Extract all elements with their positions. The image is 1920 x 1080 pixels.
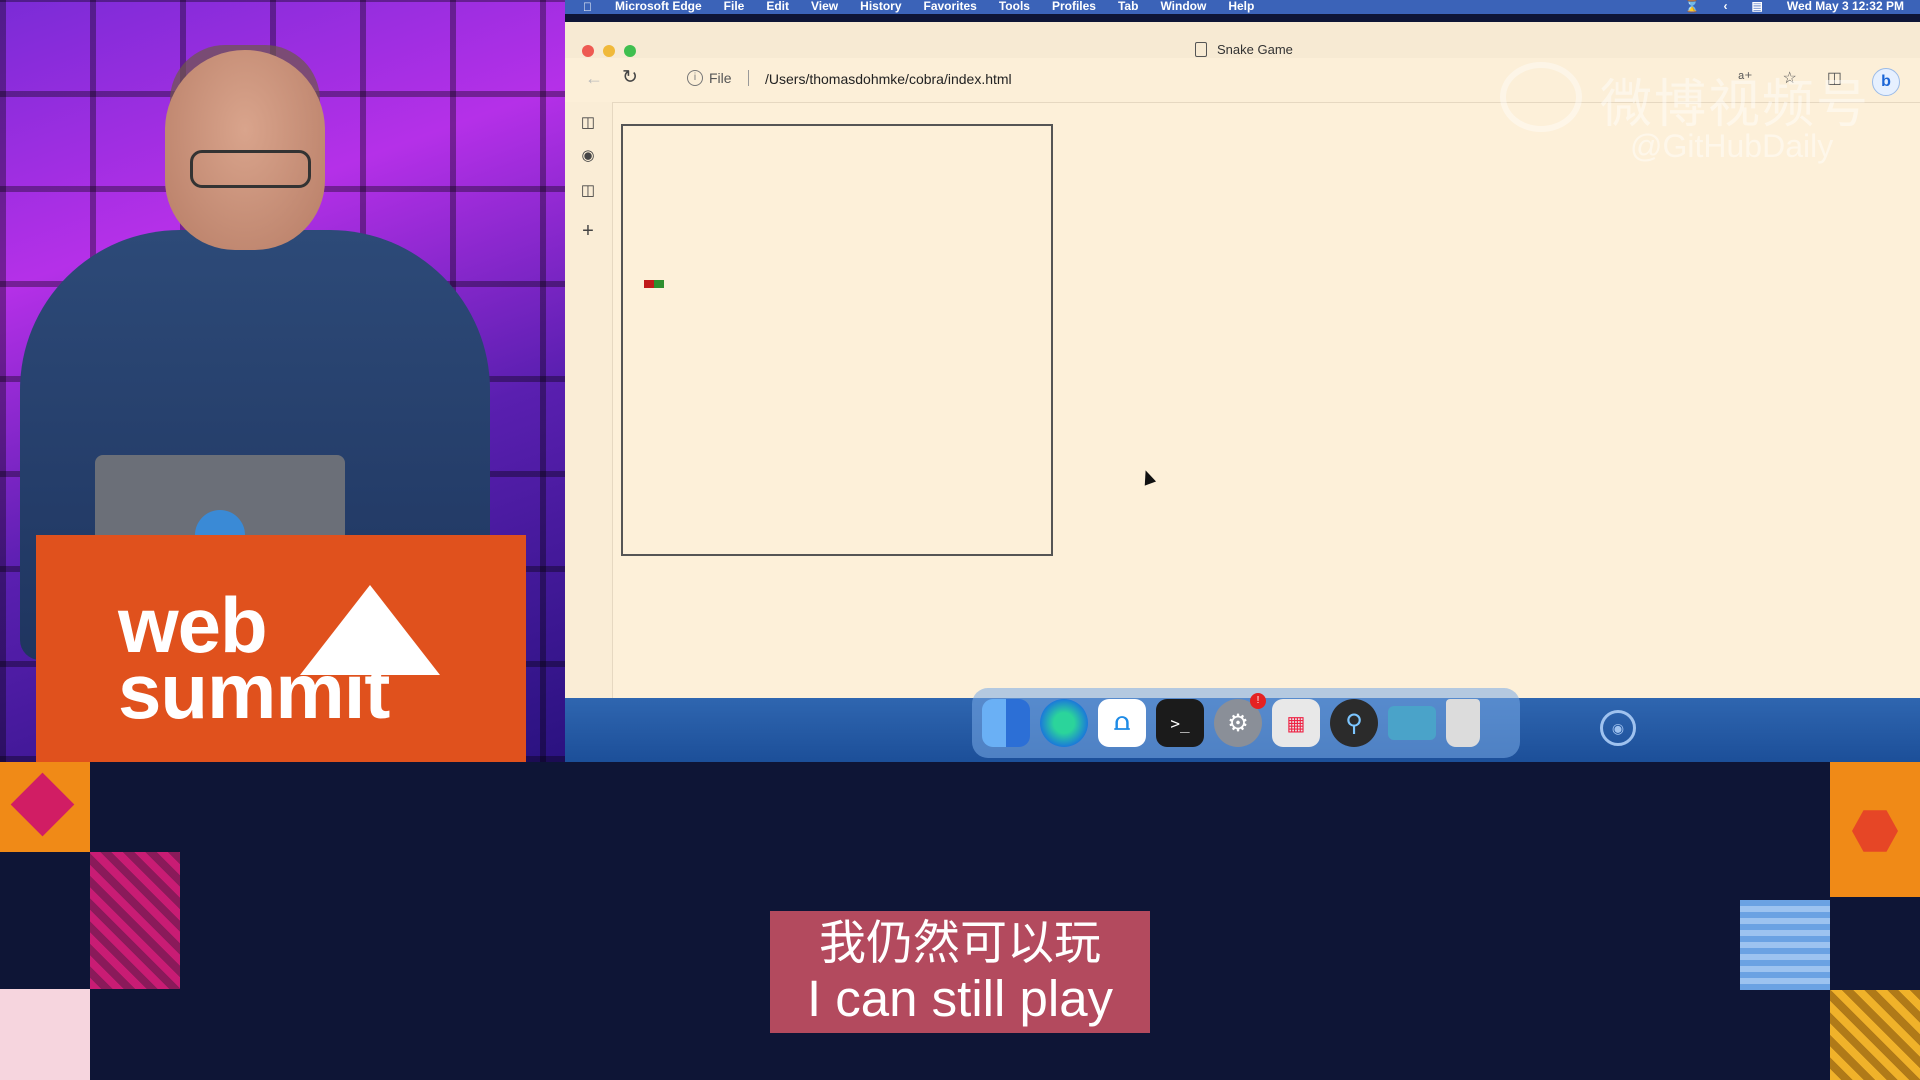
chevron-left-icon[interactable]: ‹ (1723, 0, 1727, 13)
bing-chat-button[interactable]: b (1872, 68, 1900, 96)
macos-dock: ⩍ >_ ⚙! ▦ ⚲ (972, 688, 1520, 758)
settings-notification-badge: ! (1250, 693, 1266, 709)
address-bar-url[interactable]: /Users/thomasdohmke/cobra/index.html (765, 71, 1012, 87)
trash-icon[interactable] (1446, 699, 1480, 747)
speaker-glasses (190, 150, 311, 188)
info-icon: i (687, 70, 703, 86)
macos-menubar:  Microsoft Edge File Edit View History … (565, 0, 1920, 14)
new-tab-plus-icon[interactable]: + (579, 221, 597, 241)
menu-favorites[interactable]: Favorites (924, 0, 977, 13)
site-info-button[interactable]: i File (687, 70, 749, 86)
watermark-title: 微博视频号 (1600, 75, 1871, 135)
protocol-label: File (709, 70, 732, 86)
menubar-status: ⌛ ‹ ▤ Wed May 3 12:32 PM (1685, 0, 1904, 13)
document-tab-icon[interactable]: ◫ (579, 182, 597, 200)
snake-game-canvas[interactable] (621, 124, 1053, 556)
document-icon (1195, 42, 1207, 57)
maximize-window-button[interactable] (624, 45, 636, 57)
reload-icon[interactable]: ↻ (622, 66, 638, 89)
menubar-datetime[interactable]: Wed May 3 12:32 PM (1787, 0, 1904, 13)
subtitle-english: I can still play (806, 970, 1114, 1027)
speaker-video: web summit (0, 0, 565, 762)
tab-title[interactable]: Snake Game (1195, 42, 1293, 57)
minimize-window-button[interactable] (603, 45, 615, 57)
quicktime-icon[interactable]: ⚲ (1330, 699, 1378, 747)
watermark-handle: @GitHubDaily (1630, 128, 1834, 164)
menu-list: Microsoft Edge File Edit View History Fa… (615, 0, 1254, 13)
menu-profiles[interactable]: Profiles (1052, 0, 1096, 13)
tab-actions-icon[interactable]: ◫ (579, 114, 597, 132)
decor-striped-block (90, 852, 180, 989)
menu-history[interactable]: History (860, 0, 901, 13)
web-summit-logo: web summit (118, 586, 390, 735)
github-desktop-icon[interactable]: ◉ (1600, 710, 1636, 746)
menu-file[interactable]: File (724, 0, 745, 13)
podium-logo-line2: summit (118, 647, 390, 735)
weibo-logo-icon (1500, 62, 1582, 132)
apple-icon[interactable]:  (583, 0, 592, 14)
tab-title-text: Snake Game (1217, 42, 1293, 57)
menu-tools[interactable]: Tools (999, 0, 1030, 13)
decor-pink-block (0, 989, 90, 1080)
launchpad-icon[interactable]: ▦ (1272, 699, 1320, 747)
menu-window[interactable]: Window (1160, 0, 1206, 13)
menu-help[interactable]: Help (1228, 0, 1254, 13)
snake-head (644, 280, 654, 288)
vertical-tab-sidebar: ◫ ◉ ◫ + (565, 102, 613, 698)
menu-app-name[interactable]: Microsoft Edge (615, 0, 702, 13)
menu-view[interactable]: View (811, 0, 838, 13)
system-settings-icon[interactable]: ⚙! (1214, 693, 1266, 747)
decor-wave-block (1740, 900, 1830, 990)
hourglass-icon[interactable]: ⌛ (1685, 0, 1700, 13)
mouse-cursor-icon (1139, 468, 1157, 486)
github-tab-icon[interactable]: ◉ (579, 147, 597, 165)
control-center-icon[interactable]: ▤ (1751, 0, 1762, 13)
close-window-button[interactable] (582, 45, 594, 57)
vscode-icon[interactable]: ⩍ (1098, 699, 1146, 747)
menu-edit[interactable]: Edit (766, 0, 789, 13)
subtitle-chinese: 我仍然可以玩 (819, 916, 1101, 971)
menu-tab[interactable]: Tab (1118, 0, 1138, 13)
screenshot-icon[interactable] (1388, 706, 1436, 740)
address-separator (747, 70, 749, 86)
snake-body (654, 280, 664, 288)
decor-yellow-block (1830, 990, 1920, 1080)
edge-browser-icon[interactable] (1040, 699, 1088, 747)
back-arrow-icon[interactable]: ← (585, 68, 603, 89)
subtitle-box: 我仍然可以玩 I can still play (770, 911, 1150, 1033)
finder-icon[interactable] (982, 699, 1030, 747)
terminal-icon[interactable]: >_ (1156, 699, 1204, 747)
